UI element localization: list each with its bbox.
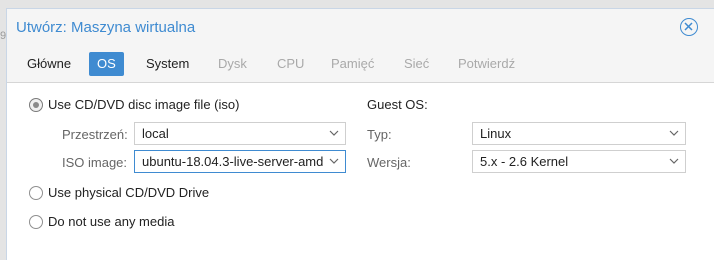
wizard-tabs: Główne OS System Dysk CPU Pamięć Sieć Po… <box>7 45 714 83</box>
dialog-title: Utwórz: Maszyna wirtualna <box>16 19 196 36</box>
os-version-value: 5.x - 2.6 Kernel <box>480 154 569 169</box>
chevron-down-icon <box>669 158 679 164</box>
chevron-down-icon <box>669 130 679 136</box>
chevron-down-icon <box>329 158 339 164</box>
radio-no-media[interactable] <box>29 215 43 229</box>
os-version-select[interactable]: 5.x - 2.6 Kernel <box>472 150 686 173</box>
tab-disk[interactable]: Dysk <box>210 52 255 76</box>
tab-os[interactable]: OS <box>89 52 124 76</box>
tab-confirm[interactable]: Potwierdź <box>450 52 523 76</box>
option-iso-label[interactable]: Use CD/DVD disc image file (iso) <box>48 97 239 112</box>
tab-network[interactable]: Sieć <box>396 52 437 76</box>
storage-select[interactable]: local <box>134 122 346 145</box>
tab-memory[interactable]: Pamięć <box>323 52 382 76</box>
radio-iso[interactable] <box>29 98 43 112</box>
dialog-titlebar: Utwórz: Maszyna wirtualna <box>7 9 714 45</box>
os-panel: Use CD/DVD disc image file (iso) Przestr… <box>7 84 714 260</box>
create-vm-dialog: Utwórz: Maszyna wirtualna Główne OS Syst… <box>6 8 714 260</box>
tab-system[interactable]: System <box>138 52 197 76</box>
tab-general[interactable]: Główne <box>19 52 79 76</box>
os-type-label: Typ: <box>367 127 392 142</box>
iso-image-label: ISO image: <box>62 155 128 170</box>
storage-value: local <box>142 126 169 141</box>
radio-physical-drive[interactable] <box>29 186 43 200</box>
option-physical-label[interactable]: Use physical CD/DVD Drive <box>48 185 209 200</box>
chevron-down-icon <box>329 130 339 136</box>
os-type-value: Linux <box>480 126 512 141</box>
tab-cpu[interactable]: CPU <box>269 52 312 76</box>
close-x-glyph <box>684 22 693 31</box>
close-icon[interactable] <box>680 18 698 36</box>
storage-label: Przestrzeń: <box>62 127 128 142</box>
iso-image-value: ubuntu-18.04.3-live-server-amd64.iso <box>142 154 324 169</box>
os-version-label: Wersja: <box>367 155 411 170</box>
option-none-label[interactable]: Do not use any media <box>48 214 174 229</box>
guest-os-heading: Guest OS: <box>367 97 428 112</box>
iso-image-select[interactable]: ubuntu-18.04.3-live-server-amd64.iso <box>134 150 346 173</box>
os-type-select[interactable]: Linux <box>472 122 686 145</box>
